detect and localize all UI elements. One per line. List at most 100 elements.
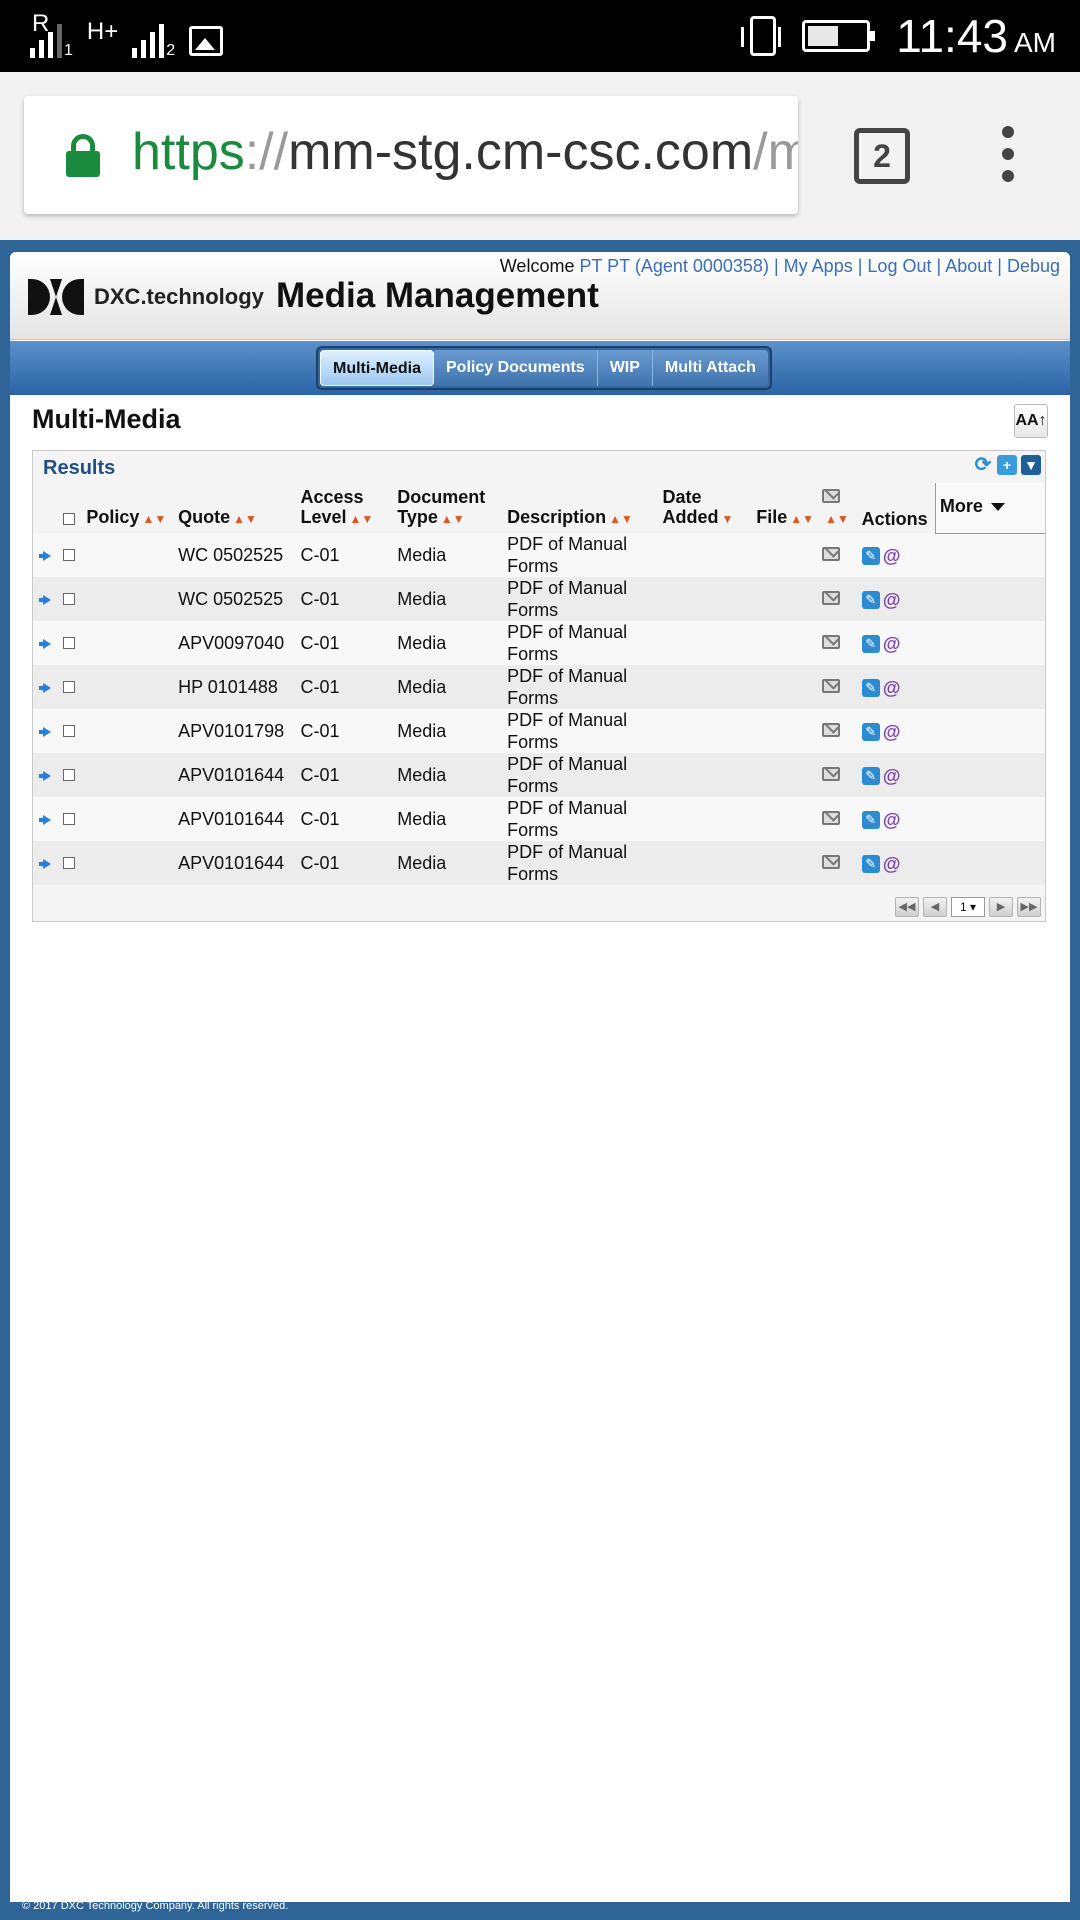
tab-policy-documents[interactable]: Policy Documents [434,350,598,386]
row-checkbox[interactable] [62,637,75,649]
row-checkbox[interactable] [62,549,75,561]
select-cell[interactable] [58,709,83,753]
edit-icon[interactable]: ✎ [861,723,880,742]
prev-page-button[interactable]: ◀ [923,897,947,917]
tab-wip[interactable]: WIP [597,350,653,386]
expand-arrow-icon[interactable] [39,551,51,561]
attach-user-icon[interactable]: @ [882,854,902,874]
row-checkbox[interactable] [62,681,75,693]
mail-cell[interactable] [818,665,858,709]
expand-arrow-icon[interactable] [39,639,51,649]
edit-icon[interactable]: ✎ [861,547,880,566]
url-text[interactable]: https://mm-stg.cm-csc.com/m [132,122,798,182]
tab-multi-media[interactable]: Multi-Media [320,350,434,386]
text-size-button[interactable]: AA↑ [1014,404,1048,438]
edit-icon[interactable]: ✎ [861,591,880,610]
row-checkbox[interactable] [62,813,75,825]
expand-cell[interactable] [33,577,59,621]
expand-arrow-icon[interactable] [39,859,51,869]
expand-cell[interactable] [33,797,59,841]
col-access-level[interactable]: Access Level ▲▼ [296,483,394,533]
attach-user-icon[interactable]: @ [882,546,902,566]
add-icon[interactable]: + [997,455,1017,475]
tab-multi-attach[interactable]: Multi Attach [652,350,768,386]
row-checkbox[interactable] [62,857,75,869]
mail-icon[interactable] [822,679,841,693]
expand-cell[interactable] [33,665,59,709]
expand-arrow-icon[interactable] [39,683,51,693]
filter-icon[interactable]: ▼ [1021,455,1041,475]
expand-cell[interactable] [33,753,59,797]
sort-icon[interactable]: ▲▼ [609,512,633,526]
attach-user-icon[interactable]: @ [882,722,902,742]
expand-cell[interactable] [33,841,59,885]
sort-icon[interactable]: ▲▼ [825,512,849,526]
mail-icon[interactable] [822,855,841,869]
overflow-menu-icon[interactable] [1000,126,1016,186]
mail-cell[interactable] [818,841,858,885]
last-page-button[interactable]: ▶▶ [1017,897,1041,917]
mail-cell[interactable] [818,621,858,665]
table-row[interactable]: WC 0502525 C-01 Media PDF of Manual Forms ✎ @ [33,533,1045,577]
row-checkbox[interactable] [62,593,75,605]
select-cell[interactable] [58,533,83,577]
mail-cell[interactable] [818,797,858,841]
table-row[interactable]: APV0101644 C-01 Media PDF of Manual Forms ✎ @ [33,753,1045,797]
mail-cell[interactable] [818,533,858,577]
refresh-icon[interactable]: ⟳ [973,455,993,475]
edit-icon[interactable]: ✎ [861,811,880,830]
col-document-type[interactable]: Document Type ▲▼ [393,483,504,533]
about-link[interactable]: About [945,256,992,276]
expand-arrow-icon[interactable] [39,727,51,737]
mail-icon[interactable] [822,635,841,649]
attach-user-icon[interactable]: @ [882,590,902,610]
expand-cell[interactable] [33,533,59,577]
sort-desc-icon[interactable]: ▼ [721,512,733,526]
attach-user-icon[interactable]: @ [882,810,902,830]
edit-icon[interactable]: ✎ [861,767,880,786]
my-apps-link[interactable]: My Apps [784,256,853,276]
mail-icon[interactable] [822,811,841,825]
next-page-button[interactable]: ▶ [989,897,1013,917]
sort-icon[interactable]: ▲▼ [233,512,257,526]
page-select[interactable]: 1 ▾ [951,897,985,917]
address-bar[interactable]: https://mm-stg.cm-csc.com/m [24,96,798,214]
dxc-logo[interactable]: DXC.technology [28,277,264,317]
table-row[interactable]: APV0101644 C-01 Media PDF of Manual Forms ✎ @ [33,841,1045,885]
attach-user-icon[interactable]: @ [882,766,902,786]
mail-icon[interactable] [822,547,841,561]
col-date-added[interactable]: Date Added ▼ [658,483,753,533]
select-all-checkbox[interactable] [62,513,75,525]
col-policy[interactable]: Policy ▲▼ [82,483,175,533]
edit-icon[interactable]: ✎ [861,635,880,654]
attach-user-icon[interactable]: @ [882,634,902,654]
col-quote[interactable]: Quote ▲▼ [174,483,297,533]
edit-icon[interactable]: ✎ [861,679,880,698]
select-cell[interactable] [58,621,83,665]
expand-arrow-icon[interactable] [39,595,51,605]
edit-icon[interactable]: ✎ [861,855,880,874]
row-checkbox[interactable] [62,725,75,737]
sort-icon[interactable]: ▲▼ [790,512,814,526]
row-checkbox[interactable] [62,769,75,781]
mail-cell[interactable] [818,577,858,621]
select-cell[interactable] [58,665,83,709]
expand-arrow-icon[interactable] [39,815,51,825]
expand-cell[interactable] [33,709,59,753]
attach-user-icon[interactable]: @ [882,678,902,698]
more-columns-dropdown[interactable]: More [934,483,1045,534]
table-row[interactable]: APV0101798 C-01 Media PDF of Manual Forms ✎ @ [33,709,1045,753]
sort-icon[interactable]: ▲▼ [349,512,373,526]
col-description[interactable]: Description ▲▼ [503,483,659,533]
lock-icon[interactable] [66,134,100,177]
table-row[interactable]: HP 0101488 C-01 Media PDF of Manual Forms ✎ @ [33,665,1045,709]
mail-icon[interactable] [822,591,841,605]
mail-icon[interactable] [822,767,841,781]
select-cell[interactable] [58,797,83,841]
sort-icon[interactable]: ▲▼ [142,512,166,526]
col-file[interactable]: File ▲▼ [752,483,819,533]
tab-switcher-button[interactable]: 2 [854,128,910,184]
select-cell[interactable] [58,841,83,885]
table-row[interactable]: WC 0502525 C-01 Media PDF of Manual Forms ✎ @ [33,577,1045,621]
mail-cell[interactable] [818,709,858,753]
